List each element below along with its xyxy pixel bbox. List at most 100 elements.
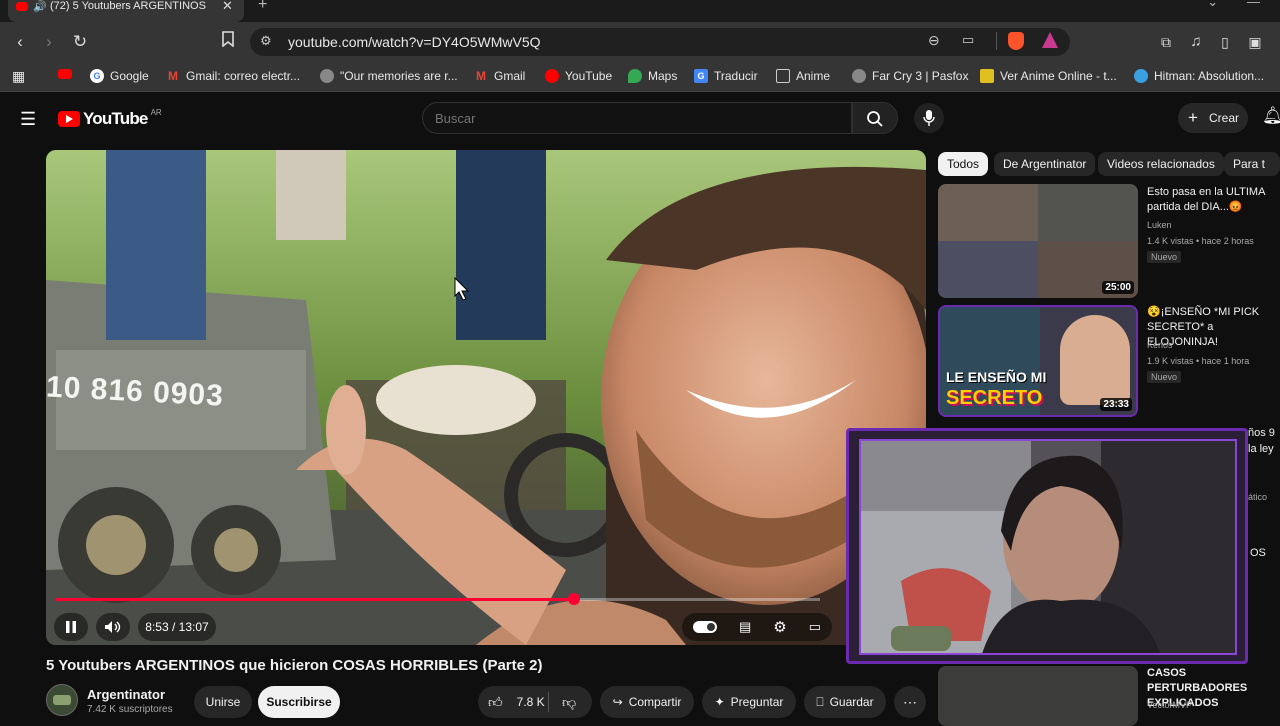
share-button[interactable]: ↪ Compartir xyxy=(600,686,694,718)
chip-for-you[interactable]: Para t xyxy=(1224,152,1280,176)
speaker-icon[interactable]: 🔊 xyxy=(33,0,47,13)
join-button[interactable]: Unirse xyxy=(194,686,252,718)
youtube-header: ☰ YouTube AR + Crear 🔔︎ xyxy=(0,96,1280,144)
like-count[interactable]: 7.8 K xyxy=(517,695,545,709)
youtube-icon xyxy=(545,69,559,83)
recommended-thumbnail[interactable] xyxy=(938,666,1138,726)
subscribe-button[interactable]: Suscribirse xyxy=(258,686,340,718)
zoom-icon[interactable]: ⊖ xyxy=(928,32,940,49)
video-player[interactable]: 10 816 0903 8:53 / 13:07 ▤ ⚙ ▭ xyxy=(46,150,926,645)
time-display: 8:53 / 13:07 xyxy=(138,613,216,641)
bookmark-item[interactable]: Ver Anime Online - t... xyxy=(980,69,1117,83)
video-title: 5 Youtubers ARGENTINOS que hicieron COSA… xyxy=(46,657,543,674)
bookmark-item[interactable]: Hitman: Absolution... xyxy=(1134,69,1264,83)
partial-meta: ático xyxy=(1248,492,1268,502)
new-tab-icon[interactable]: + xyxy=(258,0,267,14)
like-icon[interactable]: 👍︎ xyxy=(488,694,503,711)
notifications-bell-icon[interactable]: 🔔︎ xyxy=(1262,106,1280,126)
bookmark-item[interactable]: YouTube xyxy=(545,69,612,83)
channel-avatar[interactable] xyxy=(46,684,78,716)
theater-mode-icon[interactable]: ▭ xyxy=(809,619,821,635)
dislike-icon[interactable]: 👎︎ xyxy=(562,694,576,711)
globe-icon xyxy=(852,69,866,83)
window-controls[interactable]: ⌄ — xyxy=(1207,0,1260,10)
channel-name[interactable]: Argentinator xyxy=(87,687,165,702)
active-tab[interactable]: 🔊 (72) 5 Youtubers ARGENTINOS ✕ xyxy=(8,0,244,22)
youtube-favicon-icon xyxy=(16,2,28,11)
pause-button[interactable] xyxy=(54,613,88,641)
hamburger-menu-icon[interactable]: ☰ xyxy=(20,109,36,130)
bookmark-item[interactable]: G Google xyxy=(90,69,149,83)
apps-grid-icon[interactable]: ▦ xyxy=(12,68,25,85)
volume-button[interactable] xyxy=(96,613,130,641)
bookmark-star-icon[interactable] xyxy=(216,30,240,54)
close-tab-icon[interactable]: ✕ xyxy=(222,0,233,14)
anime-site-icon xyxy=(980,69,994,83)
autoplay-toggle-icon[interactable] xyxy=(692,621,717,633)
media-icon[interactable]: ♫ xyxy=(1184,30,1208,54)
bookmark-item[interactable]: G Traducir xyxy=(694,69,758,83)
duration-badge: 25:00 xyxy=(1102,281,1134,294)
reload-icon[interactable]: ↻ xyxy=(68,30,92,54)
chip-channel[interactable]: De Argentinator xyxy=(994,152,1096,176)
recommended-thumbnail[interactable]: LE ENSEÑO MI SECRETO 23:33 xyxy=(938,305,1138,417)
like-dislike-group: 👍︎ 7.8 K 👎︎ xyxy=(478,686,592,718)
brave-rewards-icon[interactable] xyxy=(1042,32,1058,48)
subtitles-icon[interactable]: ▤ xyxy=(739,619,751,635)
chip-all[interactable]: Todos xyxy=(938,152,989,176)
recommended-channel[interactable]: Luken xyxy=(1147,220,1172,230)
sidebar-toggle-icon[interactable]: ▯ xyxy=(1213,30,1237,54)
brave-shield-icon[interactable] xyxy=(1008,32,1024,50)
ask-button[interactable]: ✦ Preguntar xyxy=(702,686,796,718)
progress-scrubber[interactable] xyxy=(567,593,580,605)
globe-icon xyxy=(320,69,334,83)
bookmark-item[interactable]: M Gmail xyxy=(474,69,525,83)
webcam-overlay xyxy=(846,428,1248,664)
wallet-icon[interactable]: ▣ xyxy=(1243,30,1267,54)
back-icon[interactable]: ‹ xyxy=(8,30,32,54)
partial-title: ños 9 xyxy=(1248,427,1275,439)
youtube-icon xyxy=(58,69,72,79)
bookmark-item[interactable]: M Gmail: correo electr... xyxy=(166,69,300,83)
extensions-icon[interactable]: ⧉ xyxy=(1154,30,1178,54)
volume-icon xyxy=(105,621,121,633)
pause-icon xyxy=(66,621,76,633)
bookmark-item[interactable]: Maps xyxy=(628,69,677,83)
bookmark-item[interactable]: Far Cry 3 | Pasfox xyxy=(852,69,968,83)
url-text: youtube.com/watch?v=DY4O5WMwV5Q xyxy=(288,34,541,50)
save-button[interactable]: ⎕ Guardar xyxy=(804,686,886,718)
partial-title: OS xyxy=(1250,547,1266,559)
tab-strip: 🔊 (72) 5 Youtubers ARGENTINOS ✕ + ⌄ — xyxy=(0,0,1280,22)
bookmark-item[interactable]: Anime xyxy=(776,69,830,83)
create-button[interactable]: + Crear xyxy=(1178,103,1248,133)
bookmark-youtube-shortcut[interactable] xyxy=(58,69,72,79)
search-input-container[interactable] xyxy=(422,102,852,134)
recommended-thumbnail[interactable]: 25:00 xyxy=(938,184,1138,298)
cast-icon[interactable]: ▭ xyxy=(962,32,974,48)
recommended-channel[interactable]: VectorMVP xyxy=(1147,700,1192,710)
recommended-channel[interactable]: Kerios xyxy=(1147,340,1173,350)
more-actions-icon[interactable]: ⋯ xyxy=(894,686,926,718)
browser-toolbar: ‹ › ↻ ⚙ youtube.com/watch?v=DY4O5WMwV5Q … xyxy=(0,22,1280,62)
recommended-meta: 1.9 K vistas • hace 1 hora xyxy=(1147,356,1250,366)
bookmark-item[interactable]: "Our memories are r... xyxy=(320,69,458,83)
site-settings-icon[interactable]: ⚙ xyxy=(260,33,272,49)
recommended-title[interactable]: Esto pasa en la ULTIMA partida del DIA..… xyxy=(1147,185,1280,215)
youtube-logo[interactable]: YouTube AR xyxy=(58,108,162,129)
gmail-icon: M xyxy=(168,69,178,83)
address-bar[interactable]: ⚙ youtube.com/watch?v=DY4O5WMwV5Q ⊖ ▭ xyxy=(250,28,1070,56)
voice-search-button[interactable] xyxy=(914,103,944,133)
maps-icon xyxy=(628,69,642,83)
webcam-image xyxy=(861,441,1235,653)
search-button[interactable] xyxy=(852,102,898,134)
forward-icon[interactable]: › xyxy=(37,30,61,54)
google-icon: G xyxy=(90,69,104,83)
webcam-feed xyxy=(859,439,1237,655)
gmail-icon: M xyxy=(476,69,486,83)
progress-bar[interactable] xyxy=(56,593,820,605)
search-input[interactable] xyxy=(435,111,835,126)
plus-icon: + xyxy=(1188,108,1198,127)
settings-gear-icon[interactable]: ⚙ xyxy=(773,618,786,636)
chip-related[interactable]: Videos relacionados xyxy=(1098,152,1224,176)
recommended-meta: 1.4 K vistas • hace 2 horas xyxy=(1147,236,1254,246)
